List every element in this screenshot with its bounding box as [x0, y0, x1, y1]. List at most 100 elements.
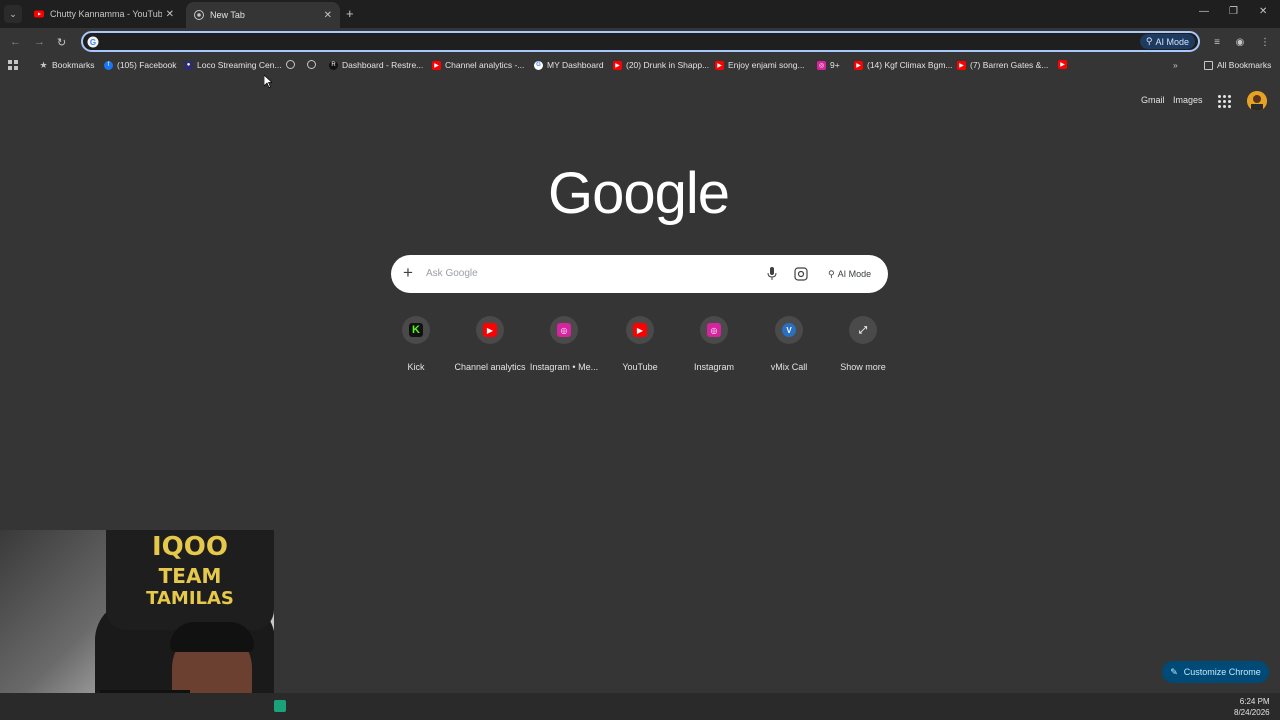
microphone-icon[interactable]	[767, 267, 777, 281]
youtube-icon: ▶	[957, 60, 966, 70]
gmail-link[interactable]: Gmail	[1141, 95, 1165, 105]
shortcut-label: Show more	[840, 362, 886, 372]
taskbar-app-icon[interactable]	[274, 700, 286, 712]
chrome-icon	[194, 10, 204, 20]
reload-icon[interactable]: ↻	[57, 36, 66, 49]
ai-search-icon: ⚲	[1145, 36, 1153, 46]
bookmark-label: (20) Drunk in Shapp...	[626, 60, 710, 70]
sign-line-1: IQOO	[152, 532, 228, 562]
all-bookmarks[interactable]: All Bookmarks	[1204, 60, 1271, 70]
sign-line-3: TAMILAS	[146, 588, 234, 609]
shortcut-instagram-me[interactable]: ◎ Instagram • Me...	[527, 316, 601, 372]
customize-label: Customize Chrome	[1183, 667, 1261, 677]
new-tab-button[interactable]: +	[346, 6, 354, 21]
taskbar	[0, 693, 1280, 720]
google-lens-icon[interactable]	[794, 267, 808, 281]
shortcut-label: Channel analytics	[454, 362, 526, 372]
bookmark-enjoy-enjami[interactable]: ▶ Enjoy enjami song...	[715, 60, 805, 70]
forward-icon[interactable]: →	[34, 36, 45, 48]
chevron-down-icon: ⌄	[9, 8, 17, 19]
ai-mode-label: AI Mode	[1155, 36, 1189, 47]
shortcut-label: vMix Call	[770, 362, 808, 372]
bookmark-drunk-in-shapp[interactable]: ▶ (20) Drunk in Shapp...	[613, 60, 709, 70]
bookmark-instagram[interactable]: ◎ 9+	[817, 60, 840, 70]
pencil-icon: ✎	[1170, 666, 1178, 677]
bookmark-channel-analytics[interactable]: ▶ Channel analytics -...	[432, 60, 524, 70]
youtube-icon: ▶	[715, 60, 724, 70]
youtube-icon: ▶	[476, 316, 504, 344]
bookmark-youtube[interactable]: ▶	[1058, 60, 1067, 69]
images-link[interactable]: Images	[1173, 95, 1203, 105]
shortcut-label: YouTube	[622, 362, 658, 372]
search-ai-mode-button[interactable]: ⚲ AI Mode	[822, 263, 877, 285]
minimize-icon[interactable]: —	[1199, 6, 1209, 17]
bookmark-label: MY Dashboard	[547, 60, 604, 70]
avatar[interactable]	[1247, 91, 1267, 111]
chevron-double-right-icon[interactable]: »	[1173, 60, 1178, 70]
youtube-icon: ▶	[1058, 60, 1067, 69]
system-clock[interactable]: 6:24 PM 8/24/2026	[1234, 696, 1270, 718]
customize-chrome-button[interactable]: ✎ Customize Chrome	[1162, 661, 1269, 683]
shortcut-channel-analytics[interactable]: ▶ Channel analytics	[453, 316, 527, 372]
shortcut-label: Instagram	[693, 362, 735, 372]
plus-icon[interactable]: +	[403, 263, 413, 283]
youtube-icon: ▶	[613, 60, 622, 70]
close-tab-icon[interactable]: ✕	[324, 10, 332, 21]
back-icon[interactable]: ←	[10, 36, 21, 48]
instagram-icon: ◎	[550, 316, 578, 344]
bookmark-restream[interactable]: R Dashboard - Restre...	[329, 60, 423, 70]
tab-youtube[interactable]: Chutty Kannamma - YouTube ✕	[26, 2, 182, 26]
apps-icon[interactable]	[8, 60, 18, 70]
bookmark-facebook[interactable]: f (105) Facebook	[104, 60, 177, 70]
bookmark-label: Channel analytics -...	[445, 60, 525, 70]
restore-icon[interactable]: ❐	[1229, 6, 1238, 17]
omnibox-ai-mode-button[interactable]: ⚲ AI Mode	[1139, 34, 1195, 49]
bookmark-label: (7) Barren Gates &...	[970, 60, 1049, 70]
shortcut-youtube[interactable]: ▶ YouTube	[603, 316, 677, 372]
all-bookmarks-label: All Bookmarks	[1217, 60, 1272, 70]
tab-search-button[interactable]: ⌄	[4, 5, 22, 23]
ai-mode-label: AI Mode	[837, 269, 872, 279]
bookmark-globe-1[interactable]	[286, 60, 295, 69]
loco-icon: ●	[184, 60, 193, 70]
youtube-icon: ▶	[854, 60, 863, 70]
mouse-cursor-icon	[264, 75, 272, 88]
search-placeholder[interactable]: Ask Google	[426, 268, 478, 279]
google-apps-icon[interactable]	[1218, 95, 1231, 108]
search-box[interactable]: + Ask Google ⚲ AI Mode	[391, 255, 888, 293]
bookmark-label: (14) Kgf Climax Bgm...	[867, 60, 953, 70]
bookmark-kgf-climax[interactable]: ▶ (14) Kgf Climax Bgm...	[854, 60, 953, 70]
star-icon: ★	[39, 59, 48, 70]
shortcut-show-more[interactable]: ⤢ Show more	[826, 316, 900, 372]
media-controls-icon[interactable]: ≡	[1210, 35, 1224, 49]
svg-text:G: G	[90, 38, 96, 47]
address-input[interactable]	[105, 35, 1198, 48]
shortcut-label: Instagram • Me...	[529, 362, 599, 372]
bookmark-globe-2[interactable]	[307, 60, 316, 69]
tab-strip: ⌄ Chutty Kannamma - YouTube ✕ New Tab ✕ …	[0, 0, 1280, 28]
profile-icon[interactable]: ◉	[1233, 35, 1247, 49]
more-menu-icon[interactable]: ⋮	[1258, 35, 1272, 49]
bookmark-barren-gates[interactable]: ▶ (7) Barren Gates &...	[957, 60, 1048, 70]
tab-new-tab[interactable]: New Tab ✕	[186, 2, 340, 28]
bookmark-label: Enjoy enjami song...	[728, 60, 805, 70]
person-hair	[170, 622, 254, 652]
shortcut-kick[interactable]: K Kick	[379, 316, 453, 372]
ai-search-icon: ⚲	[828, 268, 835, 279]
bookmark-loco[interactable]: ● Loco Streaming Cen...	[184, 60, 282, 70]
vmix-icon: V	[775, 316, 803, 344]
shortcut-vmix-call[interactable]: V vMix Call	[752, 316, 826, 372]
tab-title: Chutty Kannamma - YouTube	[50, 9, 162, 19]
shortcut-instagram[interactable]: ◎ Instagram	[677, 316, 751, 372]
globe-icon	[286, 60, 295, 69]
bookmark-bookmarks[interactable]: ★ Bookmarks	[39, 59, 94, 71]
google-logo: Google	[548, 161, 730, 226]
close-window-icon[interactable]: ✕	[1259, 6, 1267, 17]
close-tab-icon[interactable]: ✕	[166, 9, 174, 20]
facebook-icon: f	[104, 60, 113, 70]
bookmark-my-dashboard[interactable]: G MY Dashboard	[534, 60, 604, 70]
clock-date: 8/24/2026	[1234, 708, 1270, 717]
tab-title: New Tab	[210, 10, 245, 20]
omnibox[interactable]: G ⚲ AI Mode	[81, 31, 1200, 52]
globe-icon	[307, 60, 316, 69]
